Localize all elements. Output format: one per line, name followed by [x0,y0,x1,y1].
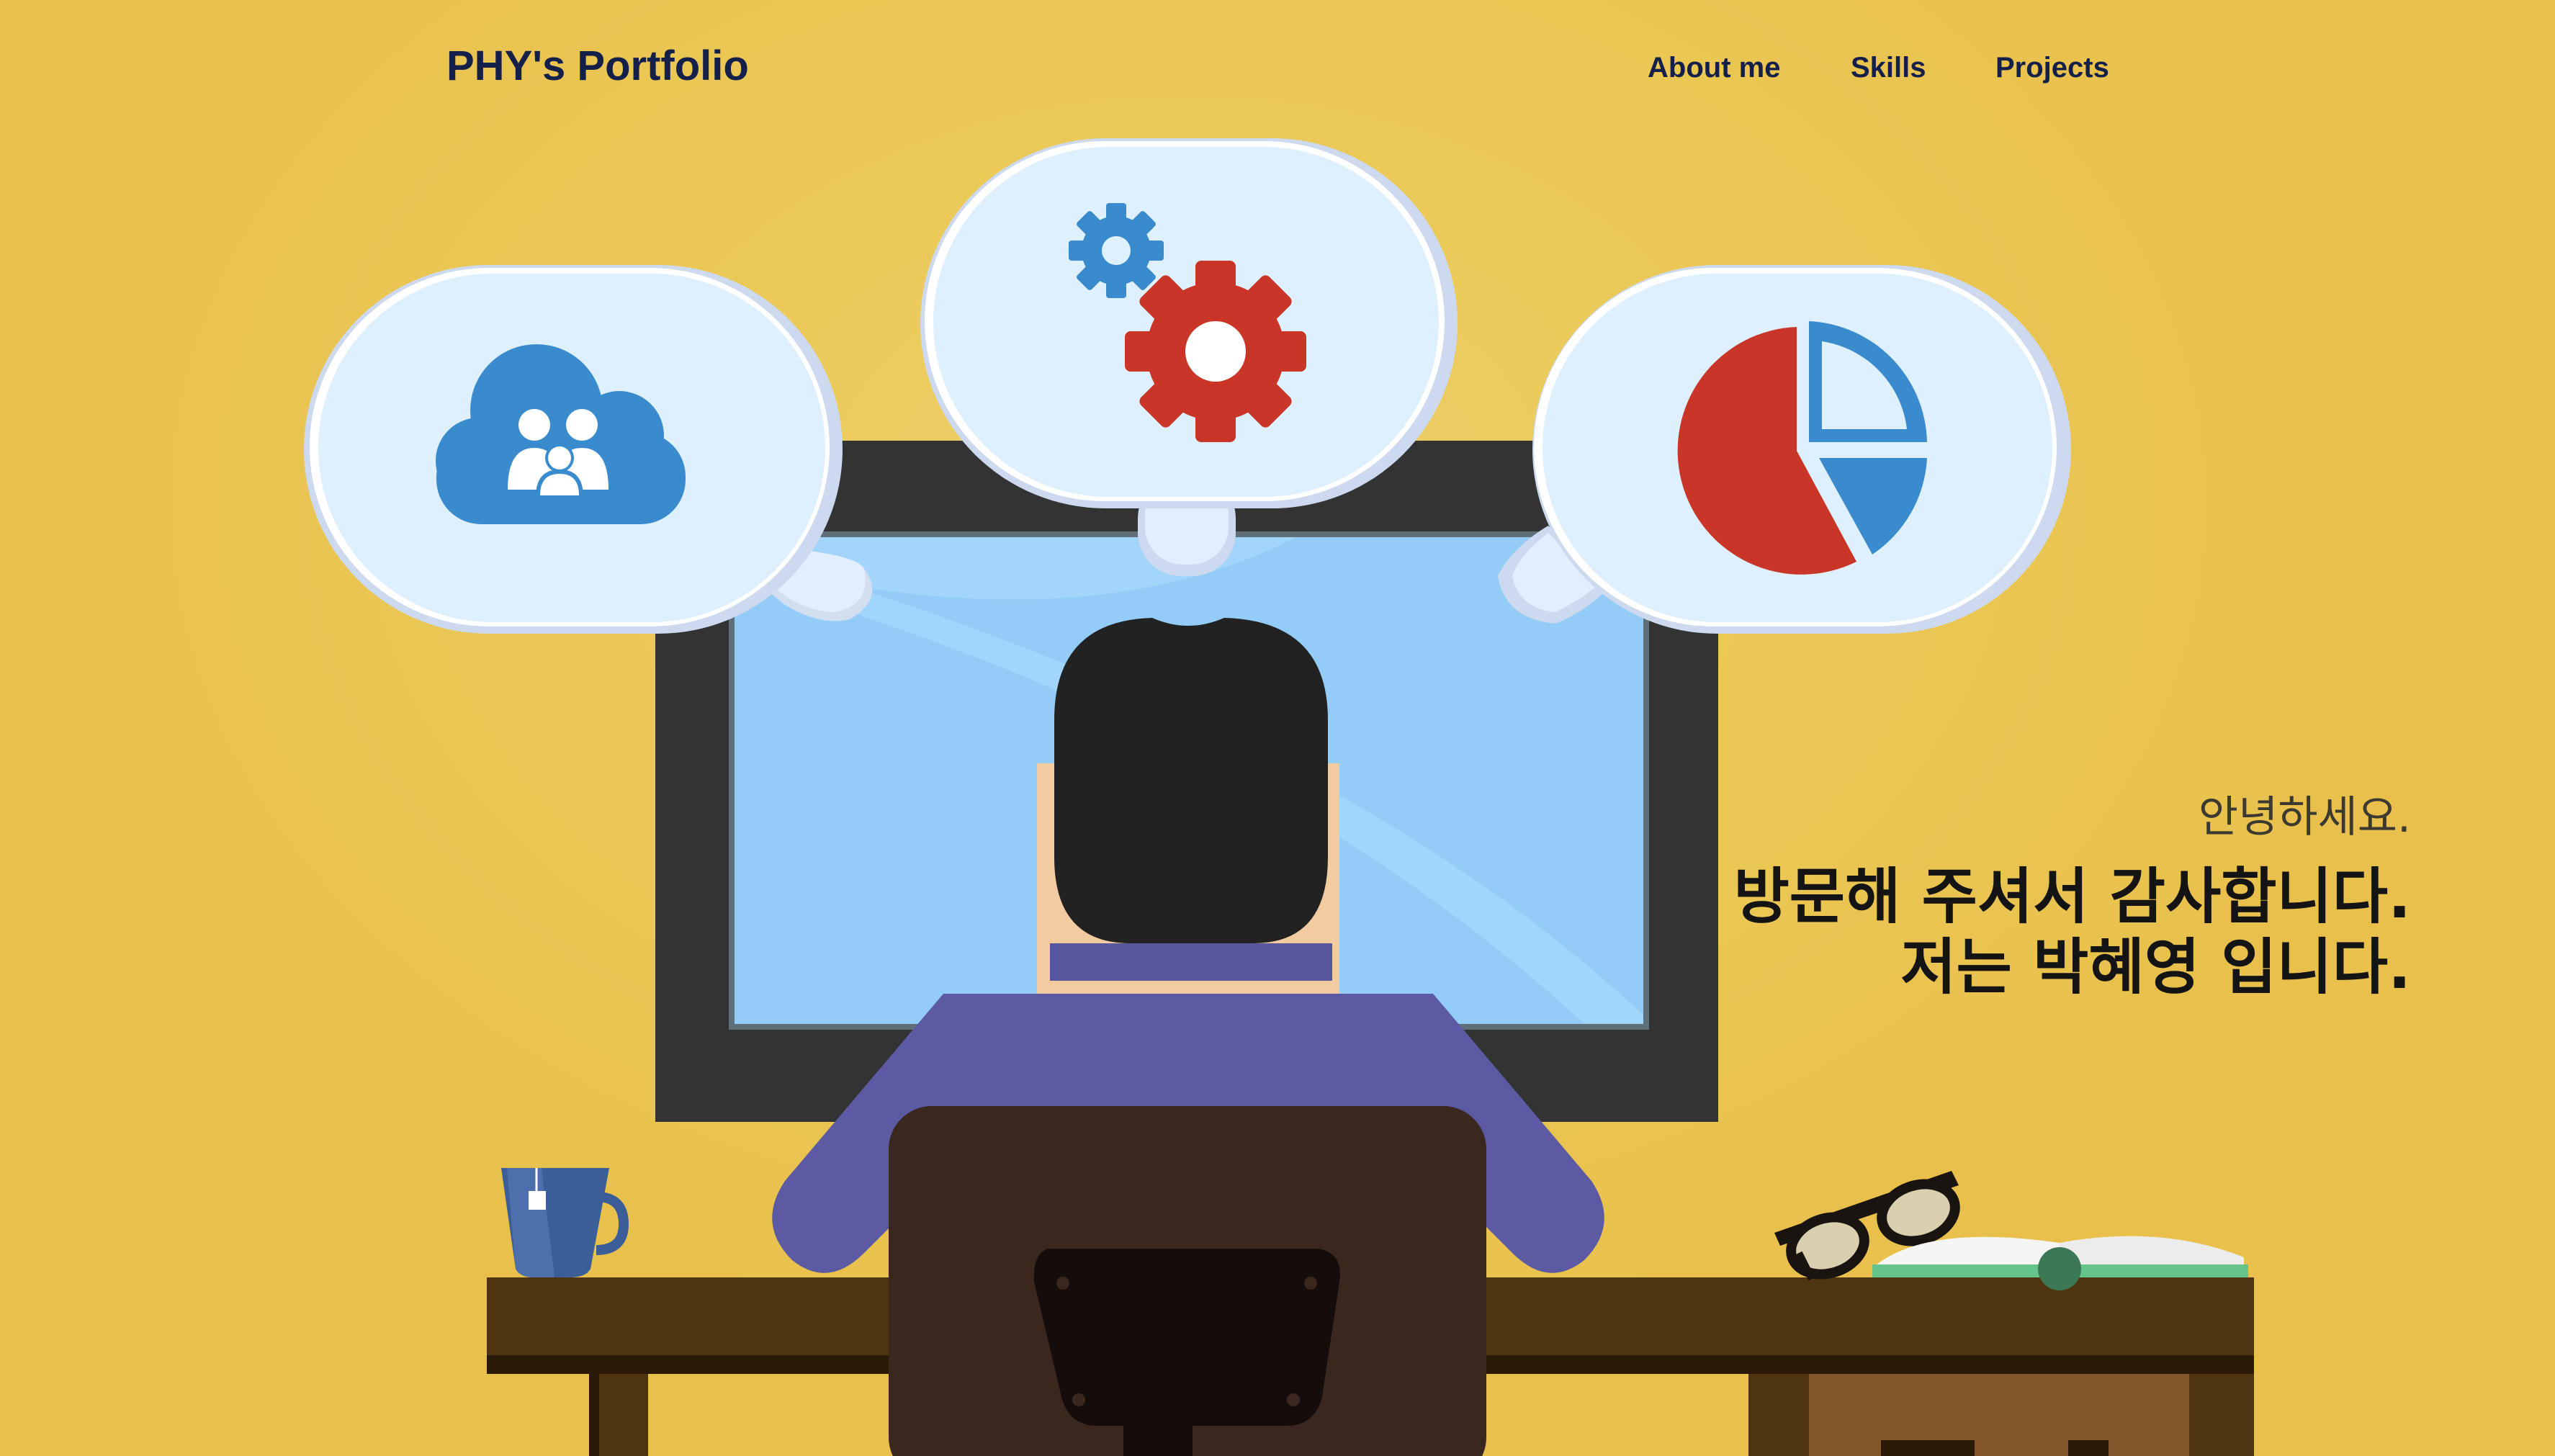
nav-projects[interactable]: Projects [1995,52,2109,84]
hero-headline-2: 저는 박혜영 입니다. [1900,932,2411,1002]
chair [889,1106,1486,1456]
brand-logo[interactable]: PHY's Portfolio [446,42,749,90]
tea-mug [501,1168,629,1277]
nav-skills[interactable]: Skills [1851,52,1926,84]
nav-about-me[interactable]: About me [1648,52,1780,84]
workspace-illustration [304,138,2254,1456]
hero-greeting: 안녕하세요. [2198,792,2411,842]
